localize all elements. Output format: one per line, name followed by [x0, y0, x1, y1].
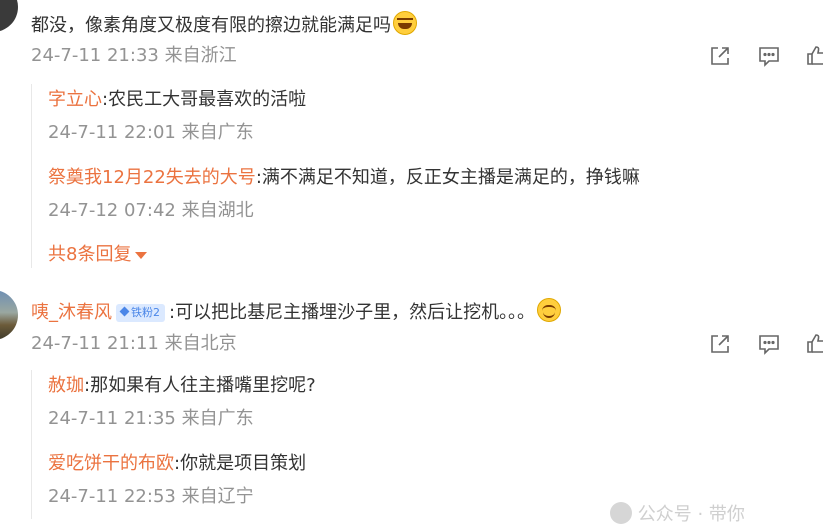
- comment-icon[interactable]: [757, 44, 781, 68]
- reply-item: 字立心:农民工大哥最喜欢的活啦: [48, 89, 306, 111]
- reply-item: 祭奠我12月22失去的大号:满不满足不知道，反正女主播是满足的，挣钱嘛: [48, 167, 640, 189]
- reply-item: 爱吃饼干的布欧:你就是项目策划: [48, 453, 306, 475]
- comment-icon[interactable]: [757, 332, 781, 356]
- avatar[interactable]: [0, 0, 18, 32]
- like-icon[interactable]: [805, 44, 823, 68]
- reply-meta: 24-7-11 22:53 来自辽宁: [48, 486, 254, 507]
- avatar[interactable]: [0, 290, 18, 340]
- reply-username[interactable]: 赦珈: [48, 375, 84, 396]
- caret-down-icon: [135, 251, 148, 259]
- reply-thread: 字立心:农民工大哥最喜欢的活啦 24-7-11 22:01 来自广东 祭奠我12…: [31, 84, 823, 268]
- diamond-icon: [119, 306, 130, 317]
- share-icon[interactable]: [708, 44, 732, 68]
- reply-text: :你就是项目策划: [174, 453, 307, 474]
- fan-badge[interactable]: 铁粉2: [116, 304, 165, 322]
- more-replies-link[interactable]: 共8条回复: [48, 244, 148, 266]
- comment-meta: 24-7-11 21:11 来自北京: [31, 333, 237, 354]
- comment-meta: 24-7-11 21:33 来自浙江: [31, 45, 237, 66]
- reply-meta: 24-7-11 21:35 来自广东: [48, 408, 254, 429]
- reply-username[interactable]: 祭奠我12月22失去的大号: [48, 167, 256, 188]
- reply-item: 赦珈:那如果有人往主播嘴里挖呢?: [48, 375, 316, 397]
- reply-username[interactable]: 爱吃饼干的布欧: [48, 453, 174, 474]
- reply-text: :农民工大哥最喜欢的活啦: [102, 89, 307, 110]
- comment-username[interactable]: 咦_沐春风: [31, 302, 112, 323]
- smile-emoji-icon: [537, 298, 562, 322]
- comment-text: 都没，像素角度又极度有限的擦边就能满足吗: [31, 11, 417, 37]
- laughing-tears-emoji-icon: [393, 11, 417, 35]
- reply-thread: 赦珈:那如果有人往主播嘴里挖呢? 24-7-11 21:35 来自广东 爱吃饼干…: [31, 370, 823, 519]
- reply-meta: 24-7-12 07:42 来自湖北: [48, 200, 254, 221]
- watermark-text: 公众号 · 带你: [637, 504, 745, 525]
- fan-badge-label: 铁粉2: [131, 306, 160, 319]
- like-icon[interactable]: [805, 332, 823, 356]
- reply-text: :满不满足不知道，反正女主播是满足的，挣钱嘛: [255, 167, 640, 188]
- watermark-logo-icon: [610, 502, 632, 524]
- comment-body: :可以把比基尼主播埋沙子里，然后让挖机。。。: [169, 302, 536, 323]
- share-icon[interactable]: [708, 332, 732, 356]
- more-replies-label: 共8条回复: [48, 244, 132, 265]
- comment-body: 都没，像素角度又极度有限的擦边就能满足吗: [31, 15, 391, 36]
- reply-text: :那如果有人往主播嘴里挖呢?: [84, 375, 316, 396]
- footer-watermark: 公众号 · 带你: [610, 500, 745, 526]
- comment-text: 咦_沐春风 铁粉2 :可以把比基尼主播埋沙子里，然后让挖机。。。: [31, 298, 562, 324]
- reply-username[interactable]: 字立心: [48, 89, 102, 110]
- reply-meta: 24-7-11 22:01 来自广东: [48, 122, 254, 143]
